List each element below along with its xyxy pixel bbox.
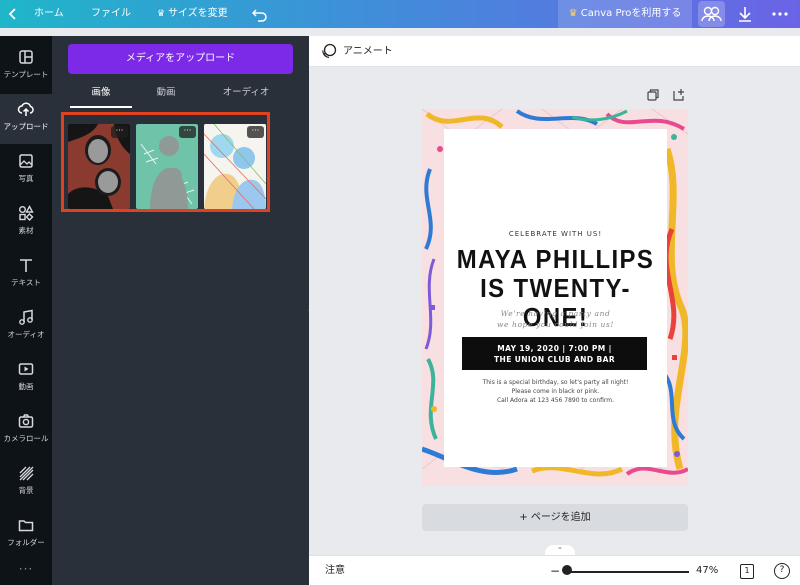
card-body-line-1: This is a special birthday, so let's par…: [482, 379, 629, 386]
undo-icon[interactable]: [251, 0, 268, 28]
crown-icon: ♛: [157, 9, 168, 19]
upload-media-button[interactable]: メディアをアップロード: [68, 44, 293, 74]
left-rail: テンプレート アップロード 写真 素材 テキスト オーディオ 動画 カメラロール…: [0, 36, 52, 585]
zoom-slider-knob[interactable]: [562, 565, 572, 575]
uploaded-images-highlight: ··· ··· ···: [61, 112, 270, 212]
canva-pro-button[interactable]: ♛ Canva Proを利用する: [558, 0, 692, 28]
card-subtitle-line-2: we hope you could join us!: [496, 320, 615, 329]
folder-icon: [18, 520, 34, 532]
rail-item-photos[interactable]: 写真: [0, 146, 52, 196]
rail-item-folders[interactable]: フォルダー: [0, 510, 52, 560]
canva-pro-label: Canva Proを利用する: [580, 8, 682, 19]
zoom-out-icon[interactable]: −: [550, 556, 560, 585]
rail-item-audio[interactable]: オーディオ: [0, 302, 52, 352]
animate-button[interactable]: アニメート: [343, 36, 393, 67]
text-icon: [20, 259, 32, 272]
download-icon[interactable]: [735, 0, 755, 28]
home-button[interactable]: ホーム: [34, 0, 64, 28]
rail-item-camera-roll[interactable]: カメラロール: [0, 406, 52, 456]
event-details-bar: MAY 19, 2020 | 7:00 PM | THE UNION CLUB …: [462, 337, 647, 370]
tab-images[interactable]: 画像: [70, 86, 132, 108]
tab-videos[interactable]: 動画: [138, 86, 194, 108]
camera-icon: [18, 414, 34, 428]
uploaded-image-1[interactable]: ···: [68, 124, 130, 209]
rail-item-label: アップロード: [3, 122, 49, 131]
event-venue-line: THE UNION CLUB AND BAR: [494, 355, 615, 364]
tab-audio[interactable]: オーディオ: [210, 86, 282, 108]
card-kicker: CELEBRATE WITH US!: [508, 230, 603, 238]
zoom-slider[interactable]: [565, 571, 689, 573]
event-date-line: MAY 19, 2020 | 7:00 PM |: [497, 344, 612, 353]
help-icon[interactable]: ?: [774, 563, 790, 579]
rail-item-label: オーディオ: [7, 330, 45, 339]
rail-item-elements[interactable]: 素材: [0, 198, 52, 248]
rail-item-video[interactable]: 動画: [0, 354, 52, 404]
rail-item-templates[interactable]: テンプレート: [0, 42, 52, 92]
thumb-more-icon[interactable]: ···: [179, 126, 196, 138]
thumb-more-icon[interactable]: ···: [111, 126, 128, 138]
photo-icon: [19, 154, 33, 168]
card-title-line-1: MAYA PHILLIPS: [456, 244, 655, 274]
canvas-toolbar: アニメート: [309, 36, 800, 67]
rail-item-label: 写真: [18, 174, 34, 183]
share-people-icon[interactable]: [698, 1, 725, 27]
back-chevron-icon[interactable]: [8, 0, 18, 28]
rail-item-label: テキスト: [11, 278, 41, 287]
upload-icon: [17, 102, 34, 116]
template-icon: [19, 50, 33, 64]
video-icon: [18, 363, 34, 375]
uploads-panel: メディアをアップロード 画像 動画 オーディオ ··· ··· ···: [52, 36, 309, 585]
rail-more-icon[interactable]: ···: [0, 562, 52, 576]
audio-icon: [19, 309, 33, 325]
rail-item-label: カメラロール: [3, 434, 49, 443]
design-page[interactable]: CELEBRATE WITH US! MAYA PHILLIPS IS TWEN…: [422, 109, 688, 486]
add-page-button[interactable]: + ページを追加: [422, 504, 688, 531]
resize-label: サイズを変更: [167, 8, 228, 19]
more-options-icon[interactable]: [768, 0, 792, 28]
uploaded-image-2[interactable]: ···: [136, 124, 198, 209]
crown-icon: ♛: [568, 8, 581, 19]
card-body-line-3: Call Adora at 123 456 7890 to confirm.: [496, 397, 615, 404]
file-menu-button[interactable]: ファイル: [91, 0, 131, 28]
card-subtitle-line-1: We're having a party and: [500, 309, 611, 318]
animate-icon[interactable]: [321, 43, 337, 59]
resize-button[interactable]: ♛ サイズを変更: [157, 0, 228, 28]
card-subtitle: We're having a party and we hope you cou…: [444, 308, 667, 330]
card-body-line-2: Please come in black or pink.: [511, 388, 600, 395]
thumb-more-icon[interactable]: ···: [247, 126, 264, 138]
top-bar: ホーム ファイル ♛ サイズを変更 ♛ Canva Proを利用する: [0, 0, 800, 28]
zoom-level[interactable]: 47%: [696, 556, 718, 585]
card-body-text: This is a special birthday, so let's par…: [444, 378, 667, 405]
duplicate-page-icon[interactable]: [646, 88, 660, 102]
rail-item-label: テンプレート: [3, 70, 49, 79]
rail-item-label: フォルダー: [7, 538, 45, 547]
rail-item-label: 素材: [18, 226, 34, 235]
invitation-card[interactable]: CELEBRATE WITH US! MAYA PHILLIPS IS TWEN…: [444, 129, 667, 467]
rail-item-uploads[interactable]: アップロード: [0, 94, 52, 144]
notes-button[interactable]: 注意: [325, 556, 345, 585]
rail-item-label: 背景: [18, 486, 34, 495]
uploaded-image-3[interactable]: ···: [204, 124, 266, 209]
rail-item-label: 動画: [18, 382, 34, 391]
page-count-button[interactable]: 1: [740, 564, 754, 579]
rail-item-background[interactable]: 背景: [0, 458, 52, 508]
rail-item-text[interactable]: テキスト: [0, 250, 52, 300]
elements-icon: [19, 205, 34, 221]
add-page-icon[interactable]: [672, 88, 686, 102]
bottom-bar: 注意 − 47% 1 ?: [309, 555, 800, 585]
background-icon: [19, 466, 34, 481]
